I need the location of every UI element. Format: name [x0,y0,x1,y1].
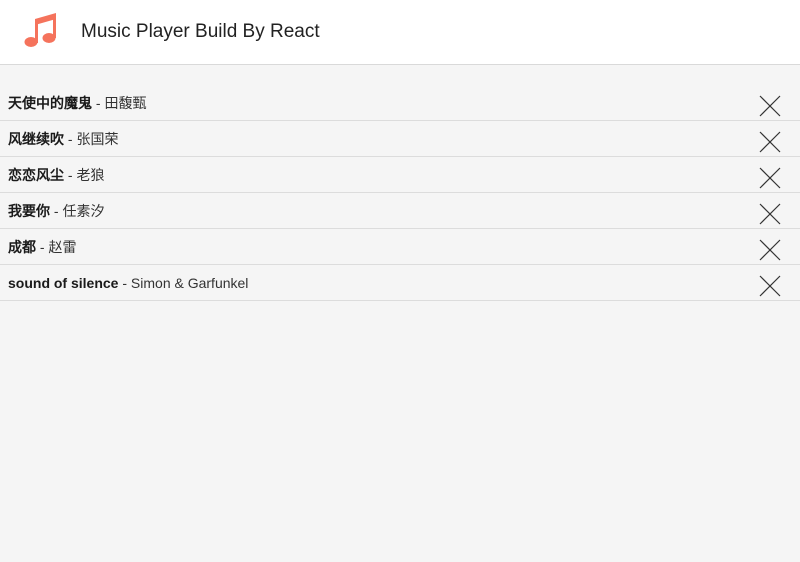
song-title: 成都 [8,239,36,255]
song-title: sound of silence [8,275,119,291]
separator: - [50,203,63,219]
list-item-text: 我要你 - 任素汐 [8,202,104,220]
song-artist: 老狼 [76,167,105,183]
list-item-text: 恋恋风尘 - 老狼 [8,166,104,184]
close-icon[interactable] [758,166,782,190]
separator: - [64,167,77,183]
list-item[interactable]: 天使中的魔鬼 - 田馥甄 [0,85,800,121]
song-artist: 任素汐 [62,203,105,219]
close-icon[interactable] [758,130,782,154]
close-icon[interactable] [758,94,782,118]
list-item[interactable]: 风继续吹 - 张国荣 [0,121,800,157]
list-item[interactable]: 成都 - 赵雷 [0,229,800,265]
song-title: 恋恋风尘 [8,167,64,183]
separator: - [64,131,77,147]
list-item-text: 风继续吹 - 张国荣 [8,130,118,148]
separator: - [92,95,105,111]
music-note-icon [22,11,64,53]
song-title: 风继续吹 [8,131,64,147]
list-item-text: sound of silence - Simon & Garfunkel [8,274,248,292]
song-title: 我要你 [8,203,50,219]
list-item[interactable]: 恋恋风尘 - 老狼 [0,157,800,193]
close-icon[interactable] [758,238,782,262]
song-artist: 张国荣 [76,131,119,147]
song-artist: Simon & Garfunkel [130,275,249,291]
close-icon[interactable] [758,274,782,298]
song-artist: 田馥甄 [104,95,147,111]
list-item[interactable]: 我要你 - 任素汐 [0,193,800,229]
song-title: 天使中的魔鬼 [8,95,92,111]
list-item-text: 天使中的魔鬼 - 田馥甄 [8,94,146,112]
close-icon[interactable] [758,202,782,226]
page-title: Music Player Build By React [81,21,320,42]
list-item[interactable]: sound of silence - Simon & Garfunkel [0,265,800,301]
song-artist: 赵雷 [48,239,77,255]
playlist: 天使中的魔鬼 - 田馥甄 风继续吹 - 张国荣 恋恋风尘 - 老狼 我要你 - … [0,85,800,301]
header: Music Player Build By React [0,0,800,65]
list-item-text: 成都 - 赵雷 [8,238,76,256]
separator: - [36,239,49,255]
app: Music Player Build By React 天使中的魔鬼 - 田馥甄… [0,0,800,562]
separator: - [118,275,131,291]
